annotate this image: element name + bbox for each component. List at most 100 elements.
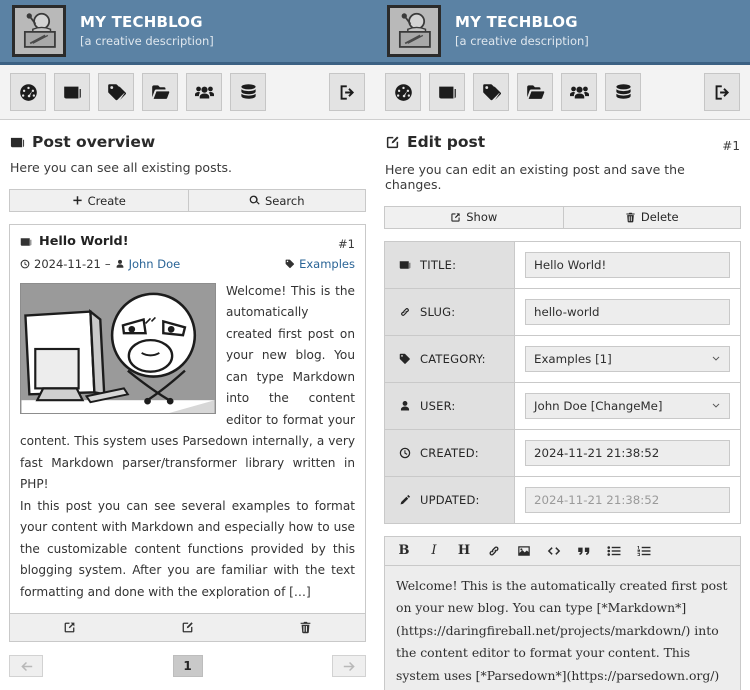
tag-icon bbox=[482, 83, 501, 100]
logo-graphic bbox=[15, 8, 63, 54]
md-link-button[interactable] bbox=[479, 537, 509, 564]
field-category-label-text: CATEGORY: bbox=[420, 351, 486, 366]
post-meta-separator: – bbox=[104, 256, 111, 271]
list-ol-icon bbox=[637, 545, 651, 556]
app-screen: MY TECHBLOG [a creative description] Pos… bbox=[0, 0, 750, 690]
delete-button[interactable]: Delete bbox=[562, 206, 741, 228]
list-ul-icon bbox=[607, 545, 621, 556]
field-title-label: TITLE: bbox=[385, 241, 515, 288]
created-input[interactable]: 2024-11-21 21:38:52 bbox=[525, 439, 730, 466]
brand-subtitle: [a creative description] bbox=[80, 33, 214, 48]
category-select[interactable]: Examples [1] bbox=[525, 345, 730, 372]
page-title-text: Post overview bbox=[32, 133, 156, 151]
image-icon bbox=[518, 545, 530, 556]
field-slug: SLUG: hello-world bbox=[385, 288, 740, 336]
page-title-left: Post overview bbox=[10, 133, 155, 151]
nav-database[interactable] bbox=[605, 73, 641, 111]
nav-posts[interactable] bbox=[429, 73, 465, 111]
search-button[interactable]: Search bbox=[187, 190, 366, 211]
md-heading-button[interactable]: H bbox=[449, 537, 479, 564]
arrow-left-icon bbox=[20, 661, 32, 671]
post-card: Hello World! #1 2024-11-21 – John Doe Ex… bbox=[9, 224, 366, 643]
search-button-label: Search bbox=[264, 193, 305, 208]
user-icon bbox=[116, 259, 123, 268]
brand-title: MY TECHBLOG bbox=[455, 13, 578, 32]
nav-dashboard[interactable] bbox=[385, 73, 421, 111]
gauge-icon bbox=[19, 83, 37, 101]
md-code-button[interactable] bbox=[539, 537, 569, 564]
left-action-buttons: Create Search bbox=[9, 189, 366, 212]
show-button-label: Show bbox=[466, 210, 498, 224]
content-textarea[interactable]: Welcome! This is the automatically creat… bbox=[384, 564, 741, 690]
md-bold-button[interactable]: B bbox=[389, 537, 419, 564]
nav-dashboard[interactable] bbox=[10, 73, 46, 111]
post-excerpt: Welcome! This is the automatically creat… bbox=[10, 273, 365, 614]
pagination-page-1[interactable]: 1 bbox=[172, 655, 203, 678]
title-input[interactable]: Hello World! bbox=[525, 251, 730, 278]
md-ordered-list-button[interactable] bbox=[629, 537, 659, 564]
lectern-speaker-icon bbox=[12, 5, 66, 57]
field-slug-label: SLUG: bbox=[385, 288, 515, 335]
post-thumbnail[interactable] bbox=[20, 282, 216, 414]
brand-bar-left: MY TECHBLOG [a creative description] bbox=[0, 0, 375, 62]
md-image-button[interactable] bbox=[509, 537, 539, 564]
slug-input[interactable]: hello-world bbox=[525, 298, 730, 325]
users-icon bbox=[194, 86, 214, 98]
post-edit-action[interactable] bbox=[128, 614, 246, 641]
show-button[interactable]: Show bbox=[385, 207, 563, 228]
markdown-editor: B I H Welcome! This is the automatically… bbox=[384, 535, 741, 690]
post-card-title-row: Hello World! #1 bbox=[20, 234, 355, 251]
sign-out-icon bbox=[340, 84, 354, 100]
user-select-value: John Doe [ChangeMe] bbox=[534, 398, 663, 413]
markdown-toolbar: B I H bbox=[384, 535, 741, 565]
code-icon bbox=[547, 546, 561, 555]
user-select[interactable]: John Doe [ChangeMe] bbox=[525, 392, 730, 419]
post-title[interactable]: Hello World! bbox=[20, 234, 129, 249]
create-button[interactable]: Create bbox=[10, 190, 188, 211]
updated-input[interactable]: 2024-11-21 21:38:52 bbox=[525, 486, 730, 513]
right-page-head: Edit post #1 bbox=[384, 130, 741, 153]
post-id: #1 bbox=[338, 236, 355, 251]
field-updated-label: UPDATED: bbox=[385, 476, 515, 523]
gauge-icon bbox=[394, 83, 412, 101]
field-user: USER: John Doe [ChangeMe] bbox=[385, 382, 740, 430]
database-icon bbox=[615, 83, 631, 99]
edit-post-id: #1 bbox=[722, 138, 740, 153]
nav-users[interactable] bbox=[561, 73, 597, 111]
post-category[interactable]: Examples bbox=[299, 257, 355, 271]
field-title: TITLE: Hello World! bbox=[385, 241, 740, 289]
nav-media[interactable] bbox=[142, 73, 178, 111]
field-updated: UPDATED: 2024-11-21 21:38:52 bbox=[385, 476, 740, 523]
left-content: Post overview Here you can see all exist… bbox=[0, 120, 375, 678]
md-italic-button[interactable]: I bbox=[419, 537, 449, 564]
post-delete-action[interactable] bbox=[247, 614, 365, 641]
pagination-prev[interactable] bbox=[9, 655, 43, 678]
nav-media[interactable] bbox=[517, 73, 553, 111]
newspaper-icon bbox=[438, 86, 456, 98]
md-unordered-list-button[interactable] bbox=[599, 537, 629, 564]
nav-categories[interactable] bbox=[473, 73, 509, 111]
folder-open-icon bbox=[526, 84, 544, 99]
post-date: 2024-11-21 bbox=[34, 256, 101, 271]
nav-logout[interactable] bbox=[329, 73, 365, 111]
pagination: 1 bbox=[9, 655, 366, 678]
md-quote-button[interactable] bbox=[569, 537, 599, 564]
lectern-speaker-icon bbox=[387, 5, 441, 57]
nav-database[interactable] bbox=[230, 73, 266, 111]
users-icon bbox=[569, 86, 589, 98]
post-show-action[interactable] bbox=[10, 614, 128, 641]
nav-posts[interactable] bbox=[54, 73, 90, 111]
pagination-next[interactable] bbox=[332, 655, 366, 678]
edit-post-form: TITLE: Hello World! SLUG: hello-world CA… bbox=[384, 240, 741, 524]
post-author[interactable]: John Doe bbox=[129, 257, 181, 271]
field-slug-value: hello-world bbox=[515, 288, 740, 335]
nav-categories[interactable] bbox=[98, 73, 134, 111]
nav-bar-left bbox=[0, 65, 375, 120]
external-link-icon bbox=[451, 212, 460, 222]
nav-users[interactable] bbox=[186, 73, 222, 111]
left-panel: MY TECHBLOG [a creative description] Pos… bbox=[0, 0, 375, 690]
nav-logout[interactable] bbox=[704, 73, 740, 111]
logo-graphic bbox=[390, 8, 438, 54]
field-created: CREATED: 2024-11-21 21:38:52 bbox=[385, 429, 740, 477]
plus-icon bbox=[73, 196, 82, 205]
